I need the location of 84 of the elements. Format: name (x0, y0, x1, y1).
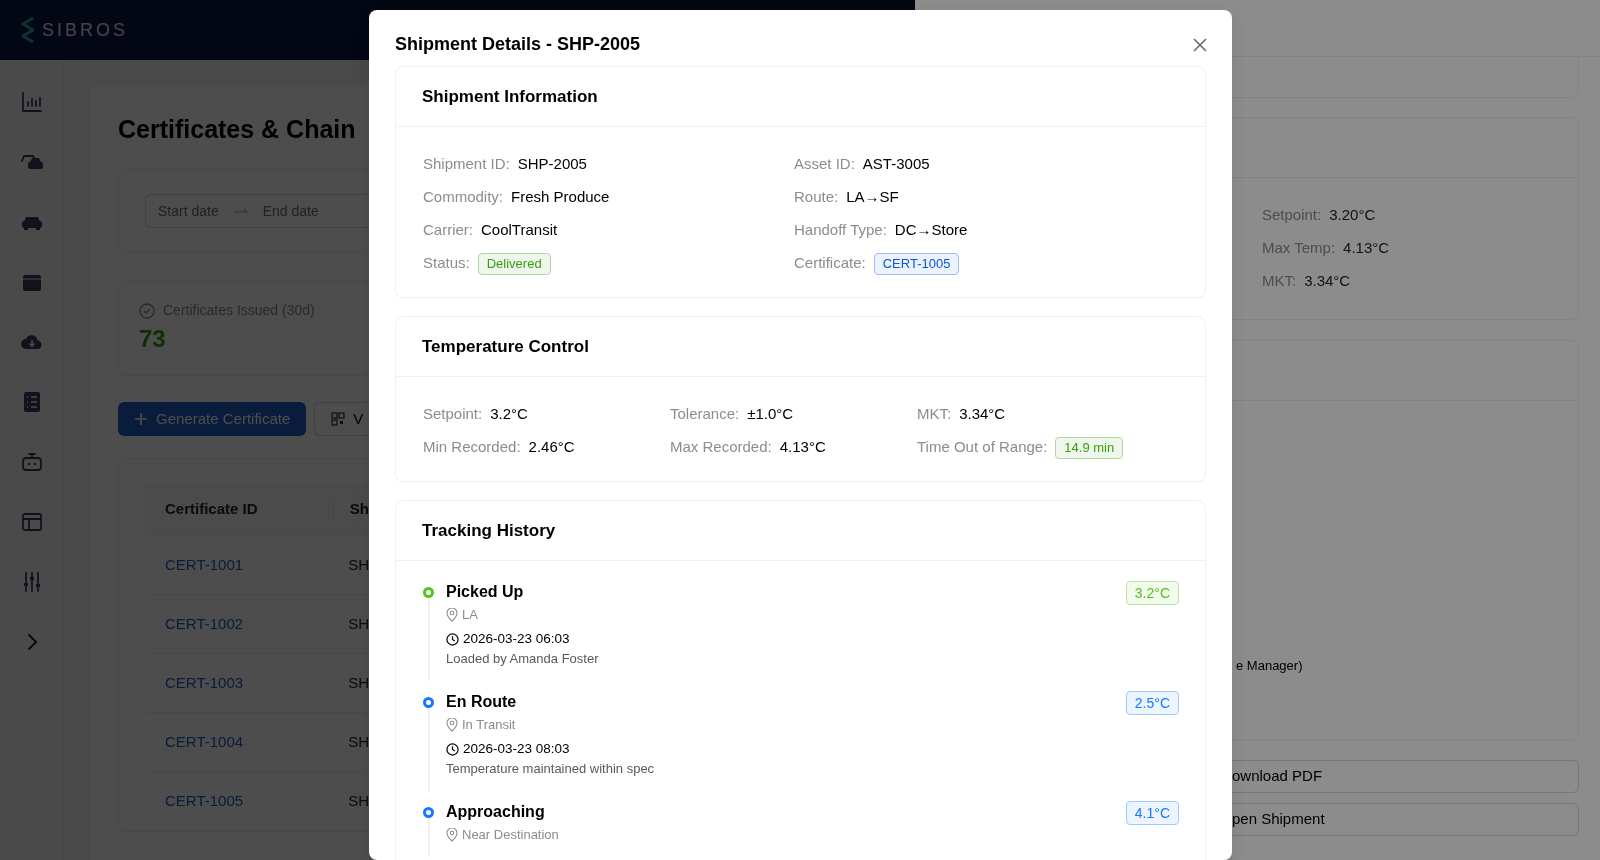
field-label: Setpoint: (423, 404, 483, 425)
check-circle-icon (139, 302, 155, 319)
event-title: Picked Up (446, 582, 525, 602)
field-value: SHP-2005 (517, 154, 587, 175)
table-cell-text: SH (347, 731, 369, 752)
field-label: Min Recorded: (423, 437, 521, 458)
reading-label: Setpoint: (1262, 206, 1322, 223)
field-value: 2.46°C (528, 437, 575, 458)
reading-value: 4.13°C (1343, 239, 1390, 256)
action-button[interactable]: ownload PDF (1232, 760, 1579, 793)
field-label: Certificate: (794, 253, 866, 274)
modal-title: Shipment Details - SHP-2005 (395, 33, 641, 56)
event-location: Near Destination (462, 826, 559, 844)
reading-label: MKT: (1262, 272, 1297, 289)
qr-code-icon (331, 412, 346, 426)
layout-icon[interactable] (19, 510, 44, 534)
status-tag: CERT-1005 (873, 252, 960, 275)
event-location: LA (462, 606, 478, 624)
field-label: Time Out of Range: (917, 437, 1048, 458)
page-title: Certificates & Chain (118, 114, 357, 145)
status-tag: 14.9 min (1055, 436, 1124, 459)
certificate-link[interactable]: CERT-1002 (165, 614, 244, 632)
status-tag: Delivered (477, 252, 551, 275)
logo-text: SIBROS (42, 18, 129, 42)
field-value: 4.13°C (779, 437, 826, 458)
clock-icon (446, 742, 459, 756)
robot-icon[interactable] (19, 450, 44, 474)
field-value: Fresh Produce (511, 187, 610, 208)
column-header: Sh (348, 498, 369, 519)
event-note: Temperature maintained within spec (446, 760, 656, 778)
stat-value: 73 (139, 324, 167, 354)
note-text: e Manager) (1235, 657, 1304, 675)
field-label: Tolerance: (670, 404, 740, 425)
event-time: 2026-03-23 08:03 (463, 740, 570, 758)
certificate-link[interactable]: CERT-1003 (165, 673, 244, 691)
field-label: Carrier: (423, 220, 473, 241)
column-header: Certificate ID (145, 497, 334, 521)
event-title: En Route (446, 692, 518, 712)
bar-chart-icon[interactable] (19, 90, 44, 114)
plus-icon (134, 412, 148, 426)
certificate-link[interactable]: CERT-1004 (165, 732, 244, 750)
action-button[interactable]: pen Shipment (1232, 803, 1579, 836)
field-value: ±1.0°C (747, 404, 794, 425)
field-label: Asset ID: (794, 154, 855, 175)
reading-label: Max Temp: (1262, 239, 1336, 256)
event-title: Approaching (446, 802, 546, 822)
status-tag: 2.5°C (1125, 691, 1179, 715)
field-value: 3.34°C (959, 404, 1006, 425)
certificate-link[interactable]: CERT-1001 (165, 555, 244, 573)
generate-button[interactable]: Generate Certificate (118, 402, 307, 436)
table-cell-text: SH (347, 672, 369, 693)
reading-value: 3.20°C (1329, 206, 1376, 223)
event-note: Loaded by Amanda Foster (446, 650, 600, 668)
location-pin-icon (446, 608, 458, 622)
field-label: Shipment ID: (423, 154, 510, 175)
reading-value: 3.34°C (1304, 272, 1351, 289)
field-label: Status: (423, 253, 470, 274)
table-cell-text: SH (347, 554, 369, 575)
location-pin-icon (446, 718, 458, 732)
field-label: Handoff Type: (794, 220, 887, 241)
certificate-link[interactable]: CERT-1005 (165, 791, 244, 809)
section-title: Temperature Control (396, 317, 1205, 377)
clock-icon (446, 632, 459, 646)
field-label: MKT: (917, 404, 952, 425)
status-tag: 3.2°C (1125, 581, 1179, 605)
field-value: 3.2°C (490, 404, 528, 425)
table-cell-text: SH (347, 613, 369, 634)
status-tag: 4.1°C (1125, 801, 1179, 825)
qr-button[interactable]: V (314, 402, 369, 436)
location-pin-icon (446, 828, 458, 842)
field-label: Commodity: (423, 187, 504, 208)
table-cell-text: SH (347, 790, 369, 811)
section-title: Shipment Information (396, 67, 1205, 127)
event-time: 2026-03-23 06:03 (463, 630, 570, 648)
event-location: In Transit (462, 716, 516, 734)
field-value: AST-3005 (862, 154, 930, 175)
field-label: Route: (794, 187, 839, 208)
field-value: LA→SF (846, 187, 899, 208)
close-icon[interactable] (1192, 36, 1208, 53)
section-title: Tracking History (396, 501, 1205, 561)
field-value: DC→Store (894, 220, 968, 241)
logo-icon (20, 15, 36, 45)
field-label: Max Recorded: (670, 437, 772, 458)
field-value: CoolTransit (481, 220, 558, 241)
